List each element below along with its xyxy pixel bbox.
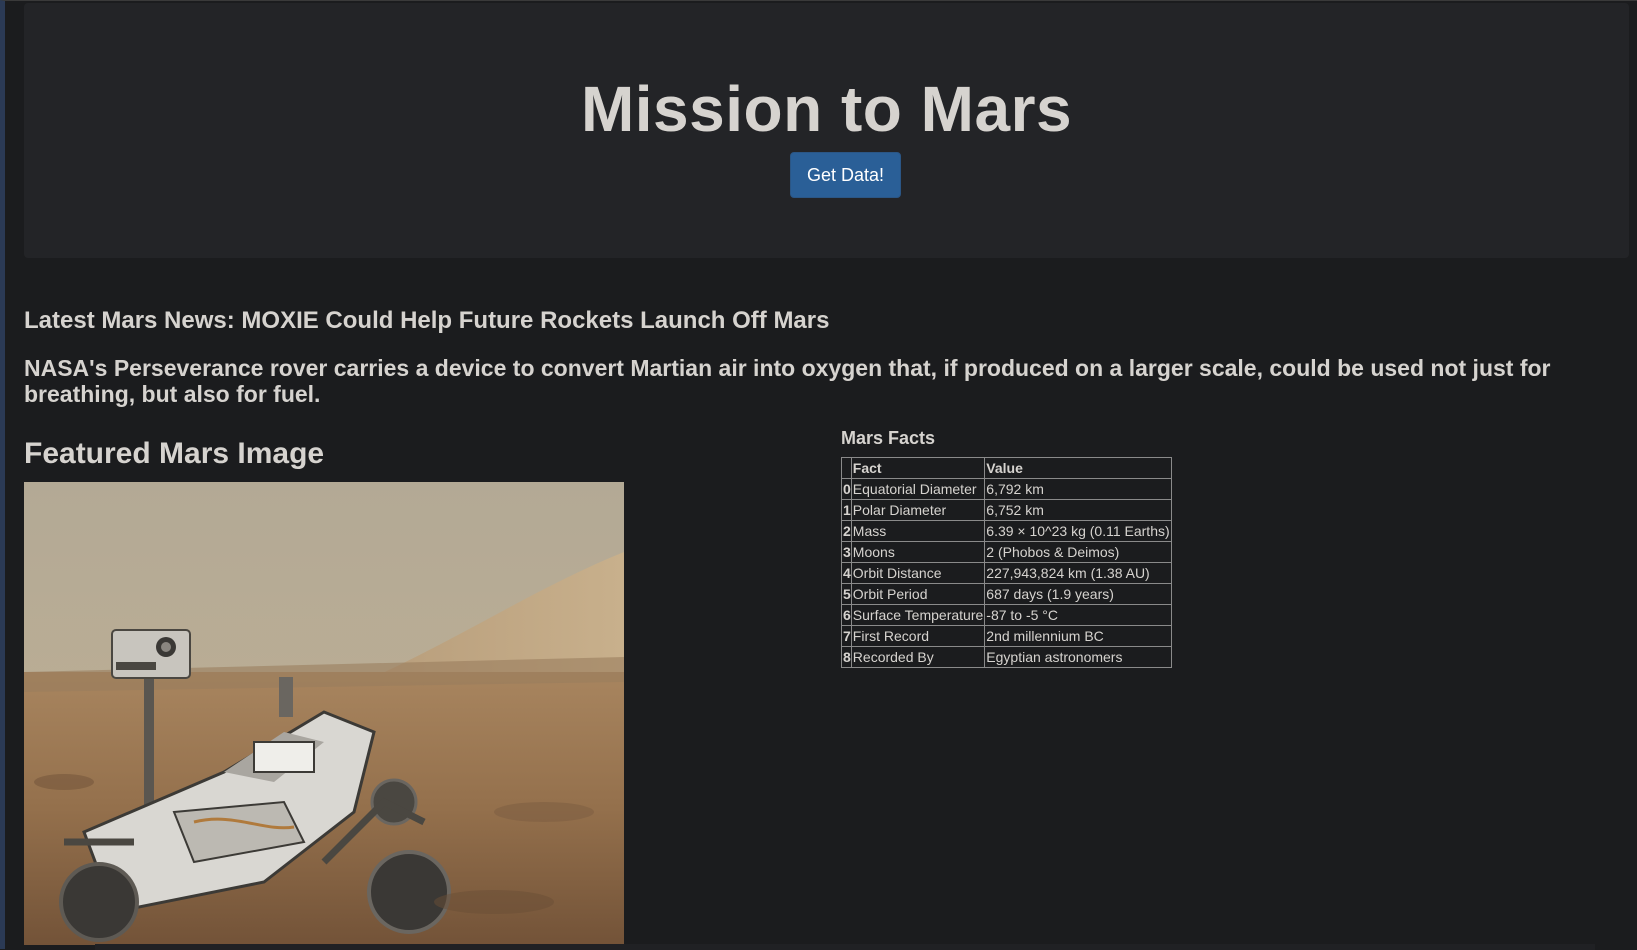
table-row: 6 Surface Temperature -87 to -5 °C — [841, 604, 1173, 626]
value-cell: 227,943,824 km (1.38 AU) — [984, 562, 1173, 584]
header-jumbotron: Mission to Mars Get Data! — [24, 3, 1629, 258]
page-title: Mission to Mars — [580, 73, 1073, 145]
fact-cell: Recorded By — [850, 646, 986, 668]
news-title: Latest Mars News: MOXIE Could Help Futur… — [24, 307, 830, 334]
row-index: 0 — [841, 478, 852, 500]
table-header-row: Fact Value — [841, 457, 1173, 479]
get-data-button[interactable]: Get Data! — [790, 152, 901, 198]
fact-cell: Orbit Distance — [850, 562, 986, 584]
fact-cell: Surface Temperature — [850, 604, 986, 626]
value-column-header: Value — [984, 457, 1173, 479]
table-row: 7 First Record 2nd millennium BC — [841, 625, 1173, 647]
mars-facts-table: Fact Value 0 Equatorial Diameter 6,792 k… — [841, 457, 1173, 668]
fact-cell: Orbit Period — [850, 583, 986, 605]
row-index: 6 — [841, 604, 852, 626]
table-row: 3 Moons 2 (Phobos & Deimos) — [841, 541, 1173, 563]
value-cell: 687 days (1.9 years) — [984, 583, 1173, 605]
row-index: 4 — [841, 562, 852, 584]
table-row: 8 Recorded By Egyptian astronomers — [841, 646, 1173, 668]
mars-facts-heading: Mars Facts — [841, 428, 936, 448]
value-cell: 6.39 × 10^23 kg (0.11 Earths) — [984, 520, 1173, 542]
featured-mars-image — [24, 482, 624, 945]
fact-cell: Polar Diameter — [850, 499, 986, 521]
table-row: 4 Orbit Distance 227,943,824 km (1.38 AU… — [841, 562, 1173, 584]
fact-cell: Moons — [850, 541, 986, 563]
fact-cell: Mass — [850, 520, 986, 542]
table-row: 2 Mass 6.39 × 10^23 kg (0.11 Earths) — [841, 520, 1173, 542]
value-cell: 2 (Phobos & Deimos) — [984, 541, 1173, 563]
value-cell: 2nd millennium BC — [984, 625, 1173, 647]
featured-image-heading: Featured Mars Image — [24, 437, 325, 470]
row-index: 7 — [841, 625, 852, 647]
fact-column-header: Fact — [850, 457, 986, 479]
row-index: 5 — [841, 583, 852, 605]
row-index: 3 — [841, 541, 852, 563]
row-index: 1 — [841, 499, 852, 521]
table-row: 5 Orbit Period 687 days (1.9 years) — [841, 583, 1173, 605]
value-cell: Egyptian astronomers — [984, 646, 1173, 668]
row-index: 2 — [841, 520, 852, 542]
fact-cell: First Record — [850, 625, 986, 647]
value-cell: 6,752 km — [984, 499, 1173, 521]
browser-window: Mission to Mars Get Data! Latest Mars Ne… — [0, 0, 1637, 950]
bottom-overlap-strip — [95, 944, 1595, 950]
news-teaser: NASA's Perseverance rover carries a devi… — [24, 355, 1551, 407]
row-index: 8 — [841, 646, 852, 668]
table-row: 1 Polar Diameter 6,752 km — [841, 499, 1173, 521]
value-cell: -87 to -5 °C — [984, 604, 1173, 626]
table-row: 0 Equatorial Diameter 6,792 km — [841, 478, 1173, 500]
value-cell: 6,792 km — [984, 478, 1173, 500]
fact-cell: Equatorial Diameter — [850, 478, 986, 500]
index-header — [841, 457, 852, 479]
